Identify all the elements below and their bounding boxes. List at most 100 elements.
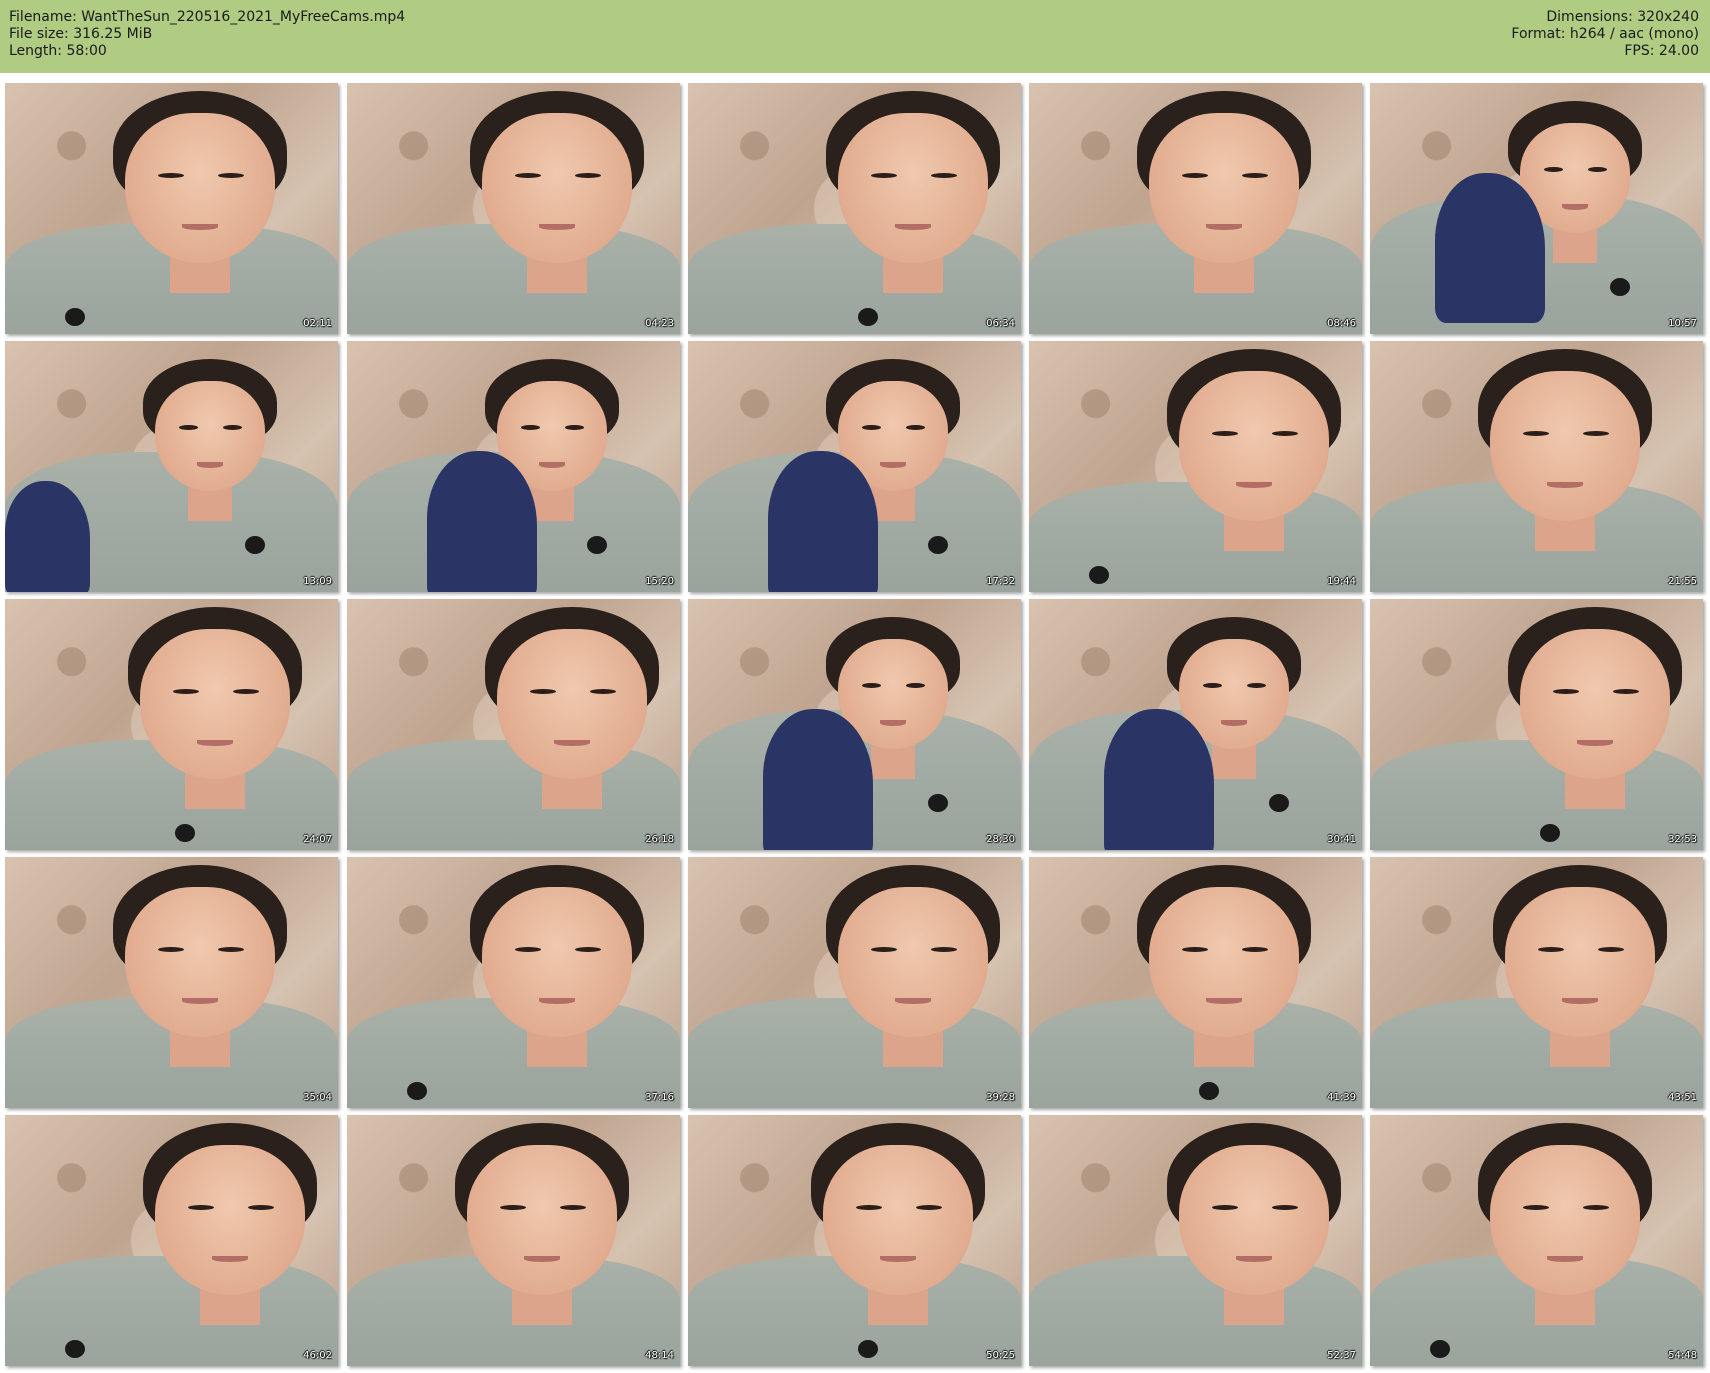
thumbnail[interactable]: 50:25 bbox=[688, 1115, 1021, 1366]
thumbnail[interactable]: 15:20 bbox=[347, 341, 680, 592]
thumbnail[interactable]: 35:04 bbox=[5, 857, 338, 1108]
sweater-flower-patch bbox=[1089, 566, 1109, 584]
face bbox=[1505, 887, 1655, 1037]
thumbnail[interactable]: 46:02 bbox=[5, 1115, 338, 1366]
fps-label: FPS: 24.00 bbox=[1624, 43, 1699, 59]
thumbnail-timestamp: 19:44 bbox=[1327, 576, 1356, 587]
right-eye bbox=[906, 425, 925, 430]
thumbnail[interactable]: 41:39 bbox=[1029, 857, 1362, 1108]
dimensions-label: Dimensions: 320x240 bbox=[1546, 9, 1699, 25]
thumbnail[interactable]: 39:28 bbox=[688, 857, 1021, 1108]
mouth bbox=[539, 224, 575, 230]
left-eye bbox=[1523, 1205, 1549, 1210]
thumbnail[interactable]: 28:30 bbox=[688, 599, 1021, 850]
sweater-flower-patch bbox=[587, 536, 607, 554]
face bbox=[482, 113, 632, 263]
sweater bbox=[347, 740, 680, 850]
filesize-label: File size: 316.25 MiB bbox=[9, 26, 153, 42]
left-eye bbox=[862, 425, 881, 430]
sweater-flower-patch bbox=[858, 1340, 878, 1358]
knee-leggings bbox=[5, 481, 90, 592]
knee-leggings bbox=[768, 451, 878, 592]
mouth bbox=[1562, 998, 1598, 1004]
face bbox=[1520, 629, 1670, 779]
sweater bbox=[1029, 482, 1362, 592]
thumbnail[interactable]: 19:44 bbox=[1029, 341, 1362, 592]
sweater-flower-patch bbox=[245, 536, 265, 554]
thumbnail-timestamp: 30:41 bbox=[1327, 834, 1356, 845]
thumbnail[interactable]: 24:07 bbox=[5, 599, 338, 850]
mouth bbox=[1236, 482, 1272, 488]
mouth bbox=[1206, 998, 1242, 1004]
mouth bbox=[880, 1256, 916, 1262]
left-eye bbox=[173, 689, 199, 694]
thumbnail[interactable]: 08:46 bbox=[1029, 83, 1362, 334]
thumbnail-timestamp: 41:39 bbox=[1327, 1092, 1356, 1103]
thumbnail-timestamp: 13:09 bbox=[303, 576, 332, 587]
right-eye bbox=[916, 1205, 942, 1210]
sweater-flower-patch bbox=[65, 1340, 85, 1358]
sweater-flower-patch bbox=[1540, 824, 1560, 842]
left-eye bbox=[1212, 431, 1238, 436]
mouth bbox=[1547, 1256, 1583, 1262]
thumbnail-timestamp: 46:02 bbox=[303, 1350, 332, 1361]
right-eye bbox=[931, 947, 957, 952]
thumbnail[interactable]: 04:23 bbox=[347, 83, 680, 334]
face bbox=[838, 887, 988, 1037]
thumbnail-timestamp: 39:28 bbox=[986, 1092, 1015, 1103]
thumbnail[interactable]: 21:55 bbox=[1370, 341, 1703, 592]
thumbnail[interactable]: 43:51 bbox=[1370, 857, 1703, 1108]
sweater-flower-patch bbox=[858, 308, 878, 326]
mouth bbox=[1236, 1256, 1272, 1262]
thumbnail[interactable]: 30:41 bbox=[1029, 599, 1362, 850]
mouth bbox=[1206, 224, 1242, 230]
thumbnail-timestamp: 06:34 bbox=[986, 318, 1015, 329]
thumbnail[interactable]: 48:14 bbox=[347, 1115, 680, 1366]
thumbnail[interactable]: 17:32 bbox=[688, 341, 1021, 592]
mouth bbox=[212, 1256, 248, 1262]
mouth bbox=[1577, 740, 1613, 746]
thumbnail[interactable]: 06:34 bbox=[688, 83, 1021, 334]
mouth bbox=[895, 998, 931, 1004]
thumbnail[interactable]: 26:18 bbox=[347, 599, 680, 850]
right-eye bbox=[1272, 1205, 1298, 1210]
thumbnail-grid: 02:11 04:23 06:34 08:46 10:57 13:09 15:20 17:32… bbox=[0, 73, 1710, 1373]
thumbnail[interactable]: 13:09 bbox=[5, 341, 338, 592]
face bbox=[125, 113, 275, 263]
right-eye bbox=[931, 173, 957, 178]
right-eye bbox=[906, 683, 925, 688]
right-eye bbox=[575, 947, 601, 952]
sweater-flower-patch bbox=[175, 824, 195, 842]
face bbox=[467, 1145, 617, 1295]
thumbnail[interactable]: 02:11 bbox=[5, 83, 338, 334]
thumbnail-timestamp: 26:18 bbox=[645, 834, 674, 845]
knee-leggings bbox=[1104, 709, 1214, 850]
right-eye bbox=[1583, 431, 1609, 436]
thumbnail[interactable]: 10:57 bbox=[1370, 83, 1703, 334]
right-eye bbox=[575, 173, 601, 178]
sweater-flower-patch bbox=[928, 536, 948, 554]
face bbox=[155, 1145, 305, 1295]
left-eye bbox=[500, 1205, 526, 1210]
mouth bbox=[1547, 482, 1583, 488]
thumbnail[interactable]: 52:37 bbox=[1029, 1115, 1362, 1366]
thumbnail[interactable]: 54:48 bbox=[1370, 1115, 1703, 1366]
thumbnail[interactable]: 37:16 bbox=[347, 857, 680, 1108]
thumbnail[interactable]: 32:53 bbox=[1370, 599, 1703, 850]
info-right: Dimensions: 320x240 Format: h264 / aac (… bbox=[1511, 9, 1699, 60]
face bbox=[155, 381, 265, 491]
right-eye bbox=[1242, 947, 1268, 952]
left-eye bbox=[1182, 947, 1208, 952]
sweater-flower-patch bbox=[1199, 1082, 1219, 1100]
filename-label: Filename: WantTheSun_220516_2021_MyFreeC… bbox=[9, 9, 406, 25]
sweater-flower-patch bbox=[1610, 278, 1630, 296]
left-eye bbox=[871, 173, 897, 178]
face bbox=[482, 887, 632, 1037]
left-eye bbox=[1182, 173, 1208, 178]
thumbnail-timestamp: 32:53 bbox=[1668, 834, 1697, 845]
thumbnail-timestamp: 02:11 bbox=[303, 318, 332, 329]
knee-leggings bbox=[427, 451, 537, 592]
face bbox=[1149, 113, 1299, 263]
face bbox=[838, 113, 988, 263]
right-eye bbox=[233, 689, 259, 694]
